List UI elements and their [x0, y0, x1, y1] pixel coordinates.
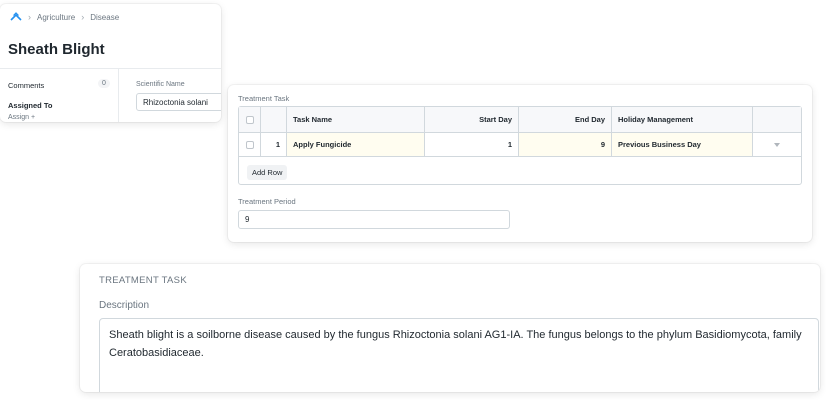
assigned-to-label: Assigned To — [8, 101, 53, 110]
breadcrumb: › Agriculture › Disease — [10, 12, 119, 22]
row-select-cell — [239, 133, 261, 156]
app-home-icon[interactable] — [10, 12, 22, 22]
scientific-name-label: Scientific Name — [136, 81, 185, 88]
task-name-cell[interactable]: Apply Fungicide — [287, 133, 425, 156]
start-day-cell[interactable]: 1 — [425, 133, 519, 156]
end-day-cell[interactable]: 9 — [519, 133, 612, 156]
table-row[interactable]: 1 Apply Fungicide 1 9 Previous Business … — [239, 133, 801, 157]
section-heading: TREATMENT TASK — [99, 275, 187, 286]
treatment-period-label: Treatment Period — [238, 197, 296, 206]
assign-link[interactable]: Assign + — [8, 114, 35, 121]
divider — [118, 69, 119, 122]
index-header — [261, 107, 287, 132]
chevron-right-icon: › — [81, 12, 85, 22]
select-all-checkbox[interactable] — [245, 115, 254, 124]
scientific-name-field[interactable]: Rhizoctonia solani — [136, 93, 221, 111]
comments-count-badge: 0 — [98, 79, 110, 88]
description-label: Description — [99, 300, 150, 311]
column-header-start-day: Start Day — [425, 107, 519, 132]
page-title: Sheath Blight — [8, 41, 105, 58]
column-header-actions — [753, 107, 801, 132]
treatment-task-grid: Task Name Start Day End Day Holiday Mana… — [238, 106, 802, 185]
column-header-holiday-management: Holiday Management — [612, 107, 753, 132]
row-menu-cell — [753, 133, 801, 156]
column-header-end-day: End Day — [519, 107, 612, 132]
select-all-cell — [239, 107, 261, 132]
comments-label[interactable]: Comments — [8, 81, 44, 90]
row-select-checkbox[interactable] — [245, 140, 254, 149]
breadcrumb-disease[interactable]: Disease — [90, 13, 119, 22]
grid-header-row: Task Name Start Day End Day Holiday Mana… — [239, 107, 801, 133]
row-index: 1 — [261, 133, 287, 156]
breadcrumb-agriculture[interactable]: Agriculture — [37, 13, 75, 22]
description-field[interactable]: Sheath blight is a soilborne disease cau… — [99, 318, 819, 392]
treatment-task-label: Treatment Task — [238, 94, 290, 103]
chevron-right-icon: › — [28, 12, 31, 22]
treatment-period-field[interactable]: 9 — [238, 210, 510, 229]
treatment-task-card: Treatment Task Task Name Start Day End D… — [228, 85, 812, 242]
column-header-task-name: Task Name — [287, 107, 425, 132]
chevron-down-icon[interactable] — [774, 142, 780, 147]
description-card: TREATMENT TASK Description Sheath blight… — [80, 264, 820, 392]
document-header-card: › Agriculture › Disease Sheath Blight Co… — [0, 4, 221, 122]
add-row-button[interactable]: Add Row — [247, 165, 288, 180]
holiday-management-cell[interactable]: Previous Business Day — [612, 133, 753, 156]
divider — [0, 68, 221, 69]
